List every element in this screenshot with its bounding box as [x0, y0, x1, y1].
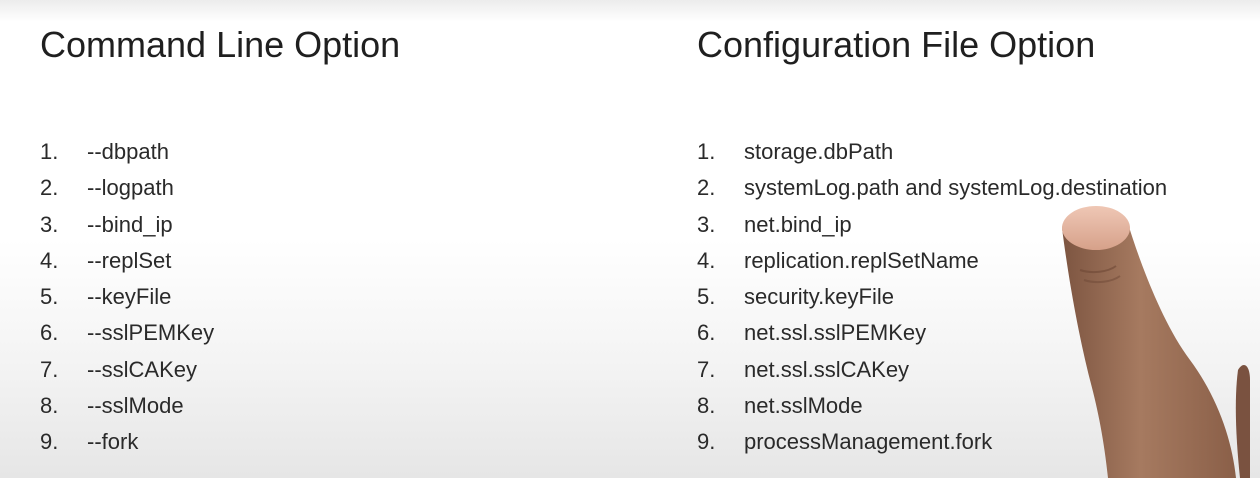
item-number: 8.: [697, 393, 716, 419]
config-file-list: 1. storage.dbPath 2. systemLog.path and sy…: [697, 134, 1167, 461]
list-item: 1. storage.dbPath: [697, 134, 1167, 170]
item-number: 1.: [697, 139, 716, 164]
item-text: systemLog.path and systemLog.destination: [744, 175, 1168, 201]
item-number: 7.: [697, 356, 716, 382]
config-file-column: Configuration File Option 1. storage.dbPa…: [697, 0, 1257, 478]
item-text: processManagement.fork: [744, 429, 993, 455]
item-number: 9.: [40, 429, 59, 455]
config-file-title: Configuration File Option: [697, 24, 1096, 65]
item-number: 7.: [40, 356, 59, 382]
command-line-list: 1. --dbpath 2. --logpath 3. --bind_ip 4. --r…: [40, 134, 214, 461]
item-text: --keyFile: [87, 284, 172, 310]
item-number: 8.: [40, 393, 59, 419]
list-item: 9. --fork: [40, 424, 214, 460]
item-text: --sslMode: [87, 393, 184, 419]
item-text: net.ssl.sslPEMKey: [744, 320, 927, 346]
item-number: 2.: [40, 175, 59, 201]
item-number: 4.: [40, 247, 59, 273]
list-item: 8. --sslMode: [40, 388, 214, 424]
list-item: 4. --replSet: [40, 243, 214, 279]
item-number: 3.: [40, 211, 59, 237]
item-number: 3.: [697, 211, 716, 237]
list-item: 6. --sslPEMKey: [40, 315, 214, 351]
list-item: 6. net.ssl.sslPEMKey: [697, 315, 1167, 351]
list-item: 3. --bind_ip: [40, 207, 214, 243]
item-text: net.bind_ip: [744, 211, 852, 237]
list-item: 2. --logpath: [40, 170, 214, 206]
item-number: 1.: [40, 139, 59, 164]
item-text: --dbpath: [87, 139, 169, 164]
item-text: --logpath: [87, 175, 174, 201]
item-number: 6.: [40, 320, 59, 346]
list-item: 1. --dbpath: [40, 134, 214, 170]
list-item: 5. --keyFile: [40, 279, 214, 315]
list-item: 4. replication.replSetName: [697, 243, 1167, 279]
item-number: 9.: [697, 429, 716, 455]
list-item: 8. net.sslMode: [697, 388, 1167, 424]
item-text: --fork: [87, 429, 139, 455]
item-text: --bind_ip: [87, 211, 173, 237]
item-text: --sslCAKey: [87, 356, 198, 382]
item-text: replication.replSetName: [744, 247, 979, 273]
item-number: 5.: [697, 284, 716, 310]
item-text: storage.dbPath: [744, 139, 894, 164]
item-text: --replSet: [87, 247, 172, 273]
list-item: 9. processManagement.fork: [697, 424, 1167, 460]
command-line-title: Command Line Option: [40, 24, 401, 65]
item-text: --sslPEMKey: [87, 320, 215, 346]
item-text: security.keyFile: [744, 284, 894, 310]
item-number: 5.: [40, 284, 59, 310]
list-item: 7. --sslCAKey: [40, 352, 214, 388]
item-text: net.ssl.sslCAKey: [744, 356, 910, 382]
item-text: net.sslMode: [744, 393, 863, 419]
list-item: 3. net.bind_ip: [697, 207, 1167, 243]
item-number: 2.: [697, 175, 716, 201]
command-line-column: Command Line Option 1. --dbpath 2. --logpa…: [40, 0, 640, 478]
list-item: 5. security.keyFile: [697, 279, 1167, 315]
list-item: 7. net.ssl.sslCAKey: [697, 352, 1167, 388]
item-number: 6.: [697, 320, 716, 346]
item-number: 4.: [697, 247, 716, 273]
list-item: 2. systemLog.path and systemLog.destinati…: [697, 170, 1167, 206]
